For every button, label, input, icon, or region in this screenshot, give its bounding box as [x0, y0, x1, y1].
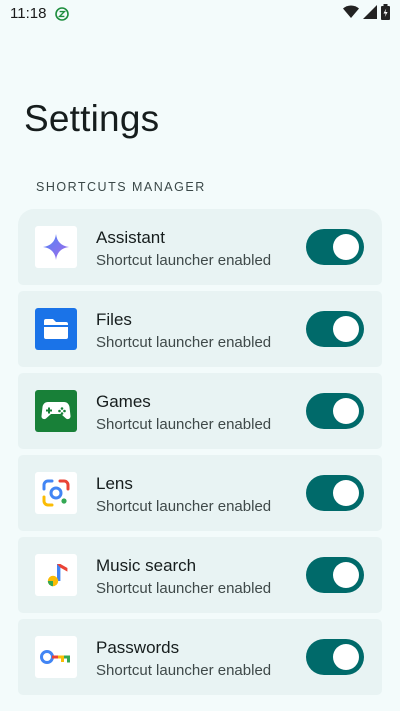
- item-subtitle: Shortcut launcher enabled: [96, 498, 272, 515]
- list-item-music-search[interactable]: Music search Shortcut launcher enabled: [18, 537, 382, 613]
- list-item-lens[interactable]: Lens Shortcut launcher enabled: [18, 455, 382, 531]
- z-icon: [55, 7, 69, 21]
- list-item-games[interactable]: Games Shortcut launcher enabled: [18, 373, 382, 449]
- games-toggle[interactable]: [306, 393, 364, 429]
- list-item-passwords[interactable]: Passwords Shortcut launcher enabled: [18, 619, 382, 695]
- toggle-knob: [333, 562, 359, 588]
- assistant-icon: [35, 226, 77, 268]
- assistant-toggle[interactable]: [306, 229, 364, 265]
- item-title: Assistant: [96, 228, 165, 247]
- list-item-files[interactable]: Files Shortcut launcher enabled: [18, 291, 382, 367]
- toggle-knob: [333, 480, 359, 506]
- item-subtitle: Shortcut launcher enabled: [96, 580, 272, 597]
- item-subtitle: Shortcut launcher enabled: [96, 662, 272, 679]
- music-search-icon: [35, 554, 77, 596]
- battery-icon: [381, 3, 390, 25]
- status-time: 11:18: [10, 5, 47, 22]
- item-subtitle: Shortcut launcher enabled: [96, 252, 272, 269]
- signal-icon: [363, 4, 377, 24]
- page-title: Settings: [24, 98, 160, 139]
- passwords-toggle[interactable]: [306, 639, 364, 675]
- shortcuts-list: Assistant Shortcut launcher enabled File…: [18, 209, 382, 701]
- item-title: Music search: [96, 556, 197, 575]
- music-search-toggle[interactable]: [306, 557, 364, 593]
- files-icon: [35, 308, 77, 350]
- toggle-knob: [333, 644, 359, 670]
- toggle-knob: [333, 316, 359, 342]
- toggle-knob: [333, 234, 359, 260]
- wifi-icon: [343, 5, 359, 24]
- lens-icon: [35, 472, 77, 514]
- status-bar: 11:18: [0, 0, 400, 30]
- item-title: Games: [96, 392, 151, 411]
- passwords-icon: [35, 636, 77, 678]
- item-subtitle: Shortcut launcher enabled: [96, 416, 272, 433]
- list-item-assistant[interactable]: Assistant Shortcut launcher enabled: [18, 209, 382, 285]
- files-toggle[interactable]: [306, 311, 364, 347]
- section-header: SHORTCUTS MANAGER: [36, 180, 206, 194]
- games-icon: [35, 390, 77, 432]
- toggle-knob: [333, 398, 359, 424]
- lens-toggle[interactable]: [306, 475, 364, 511]
- item-title: Passwords: [96, 638, 180, 657]
- item-title: Lens: [96, 474, 133, 493]
- item-title: Files: [96, 310, 132, 329]
- item-subtitle: Shortcut launcher enabled: [96, 334, 272, 351]
